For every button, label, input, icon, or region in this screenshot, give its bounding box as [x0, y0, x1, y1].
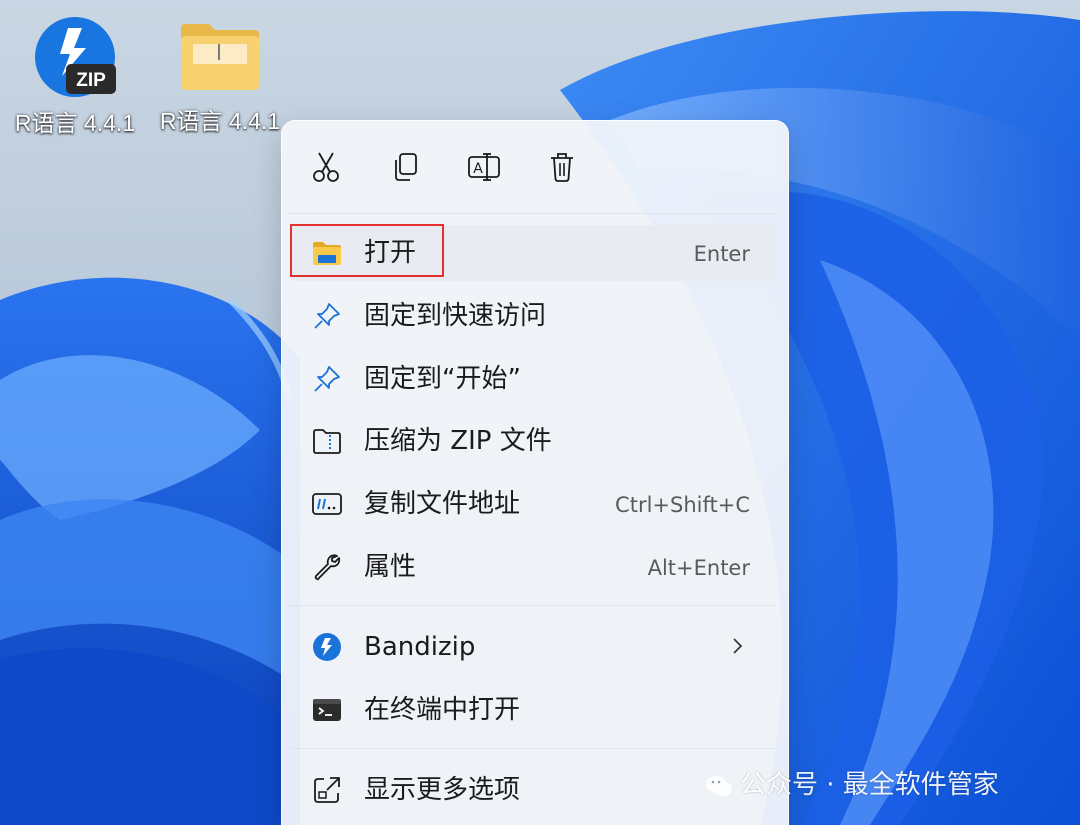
menu-item-bandizip[interactable]: Bandizip [290, 619, 776, 675]
more-options-icon [310, 774, 344, 806]
copy-icon [395, 153, 417, 181]
copy-button[interactable] [383, 145, 427, 189]
scissors-icon [313, 152, 339, 182]
rename-button[interactable]: A [462, 145, 506, 189]
desktop-icon-label: R语言 4.4.1 [159, 108, 281, 134]
bandizip-icon [310, 631, 344, 663]
menu-item-label: 属性 [364, 552, 417, 582]
watermark-text: 公众号 · 最全软件管家 [740, 770, 999, 800]
menu-item-open-terminal[interactable]: 在终端中打开 [290, 682, 776, 738]
context-menu-toolbar: A [282, 121, 788, 213]
menu-item-label: Bandizip [364, 632, 476, 662]
copy-path-icon [310, 488, 344, 520]
highlight-box [290, 224, 444, 277]
menu-item-shortcut: Alt+Enter [647, 556, 750, 580]
chevron-right-icon [733, 638, 743, 654]
menu-item-pin-quick-access[interactable]: 固定到快速访问 [290, 288, 776, 344]
zip-badge-text: ZIP [76, 70, 106, 91]
zip-folder-icon [310, 425, 344, 457]
cut-button[interactable] [304, 145, 348, 189]
desktop-icon-label: R语言 4.4.1 [14, 110, 136, 136]
desktop-folder[interactable]: R语言 4.4.1 [155, 14, 285, 136]
pin-icon [310, 363, 344, 395]
svg-text:A: A [473, 161, 483, 177]
desktop: ZIP R语言 4.4.1 R语言 4.4.1 A 打开 Enter 固定到快速… [0, 0, 1080, 825]
menu-item-pin-start[interactable]: 固定到“开始” [290, 351, 776, 407]
zip-archive-icon: ZIP [35, 17, 116, 97]
menu-separator [286, 213, 776, 214]
menu-item-compress-zip[interactable]: 压缩为 ZIP 文件 [290, 413, 776, 469]
menu-item-copy-path[interactable]: 复制文件地址 Ctrl+Shift+C [290, 476, 776, 532]
menu-item-label: 在终端中打开 [364, 695, 521, 725]
menu-item-label: 固定到快速访问 [364, 301, 547, 331]
delete-button[interactable] [540, 145, 584, 189]
menu-item-label: 固定到“开始” [364, 364, 521, 394]
menu-item-label: 压缩为 ZIP 文件 [364, 426, 552, 456]
pin-icon [310, 300, 344, 332]
menu-item-label: 复制文件地址 [364, 489, 521, 519]
wechat-icon [706, 775, 732, 796]
wrench-icon [310, 551, 344, 583]
terminal-icon [310, 694, 344, 726]
trash-icon [551, 153, 573, 182]
rename-icon: A [468, 153, 500, 181]
menu-separator [286, 748, 776, 749]
folder-icon [181, 24, 259, 90]
menu-item-shortcut: Ctrl+Shift+C [615, 493, 750, 517]
menu-separator [286, 605, 776, 606]
desktop-zip-file[interactable]: ZIP R语言 4.4.1 [10, 14, 140, 138]
menu-item-properties[interactable]: 属性 Alt+Enter [290, 539, 776, 595]
menu-item-shortcut: Enter [693, 242, 750, 266]
menu-item-label: 显示更多选项 [364, 775, 521, 805]
watermark: 公众号 · 最全软件管家 [704, 764, 999, 801]
